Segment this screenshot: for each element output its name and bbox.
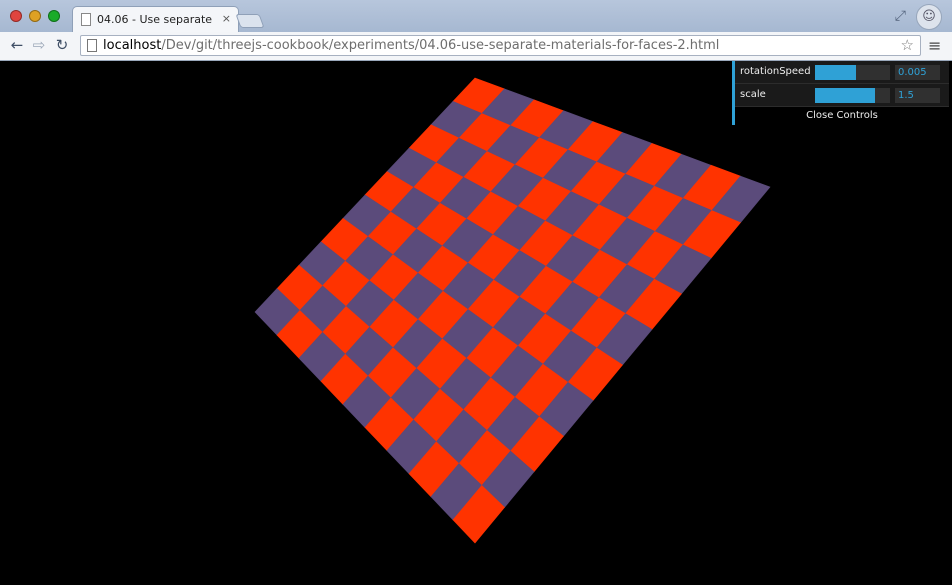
dat-gui-panel: rotationSpeed 0.005 scale 1.5 Close Cont… <box>732 61 949 125</box>
forward-button[interactable]: ⇨ <box>30 36 48 54</box>
window-controls <box>10 10 60 22</box>
rotation-speed-slider-fill <box>815 65 857 80</box>
rotation-speed-input[interactable]: 0.005 <box>895 65 940 80</box>
rotation-speed-label: rotationSpeed <box>740 66 811 77</box>
back-button[interactable]: ← <box>8 36 26 54</box>
control-scale: scale 1.5 <box>735 84 949 107</box>
close-controls-button[interactable]: Close Controls <box>735 107 949 125</box>
checkerboard-plane <box>254 77 771 544</box>
scale-label: scale <box>740 89 766 100</box>
browser-toolbar: ← ⇨ ↻ localhost/Dev/git/threejs-cookbook… <box>0 32 952 61</box>
zoom-window-button[interactable] <box>48 10 60 22</box>
new-tab-button[interactable] <box>235 14 265 28</box>
webgl-viewport[interactable] <box>0 61 952 581</box>
url-host: localhost <box>103 38 162 53</box>
bookmark-star-icon[interactable]: ☆ <box>901 36 914 54</box>
control-rotation-speed: rotationSpeed 0.005 <box>735 61 949 84</box>
browser-tab[interactable]: 04.06 - Use separate materials for faces… <box>72 6 239 33</box>
close-window-button[interactable] <box>10 10 22 22</box>
url-text[interactable]: localhost/Dev/git/threejs-cookbook/exper… <box>103 38 719 53</box>
tab-strip: 04.06 - Use separate materials for faces… <box>0 0 952 33</box>
profile-avatar-icon[interactable]: ☺ <box>916 4 942 30</box>
address-bar[interactable]: localhost/Dev/git/threejs-cookbook/exper… <box>80 35 921 56</box>
scale-slider[interactable] <box>815 88 890 103</box>
scale-slider-fill <box>815 88 875 103</box>
minimize-window-button[interactable] <box>29 10 41 22</box>
close-tab-icon[interactable]: × <box>222 12 231 25</box>
page-icon <box>87 39 97 52</box>
tab-title: 04.06 - Use separate materials for faces… <box>97 13 215 26</box>
page-icon <box>81 13 91 26</box>
fullscreen-icon[interactable]: ⤢ <box>895 8 906 24</box>
browser-menu-icon[interactable]: ≡ <box>928 36 941 55</box>
rotation-speed-slider[interactable] <box>815 65 890 80</box>
scale-input[interactable]: 1.5 <box>895 88 940 103</box>
url-path: /Dev/git/threejs-cookbook/experiments/04… <box>161 38 720 53</box>
reload-button[interactable]: ↻ <box>53 36 71 54</box>
